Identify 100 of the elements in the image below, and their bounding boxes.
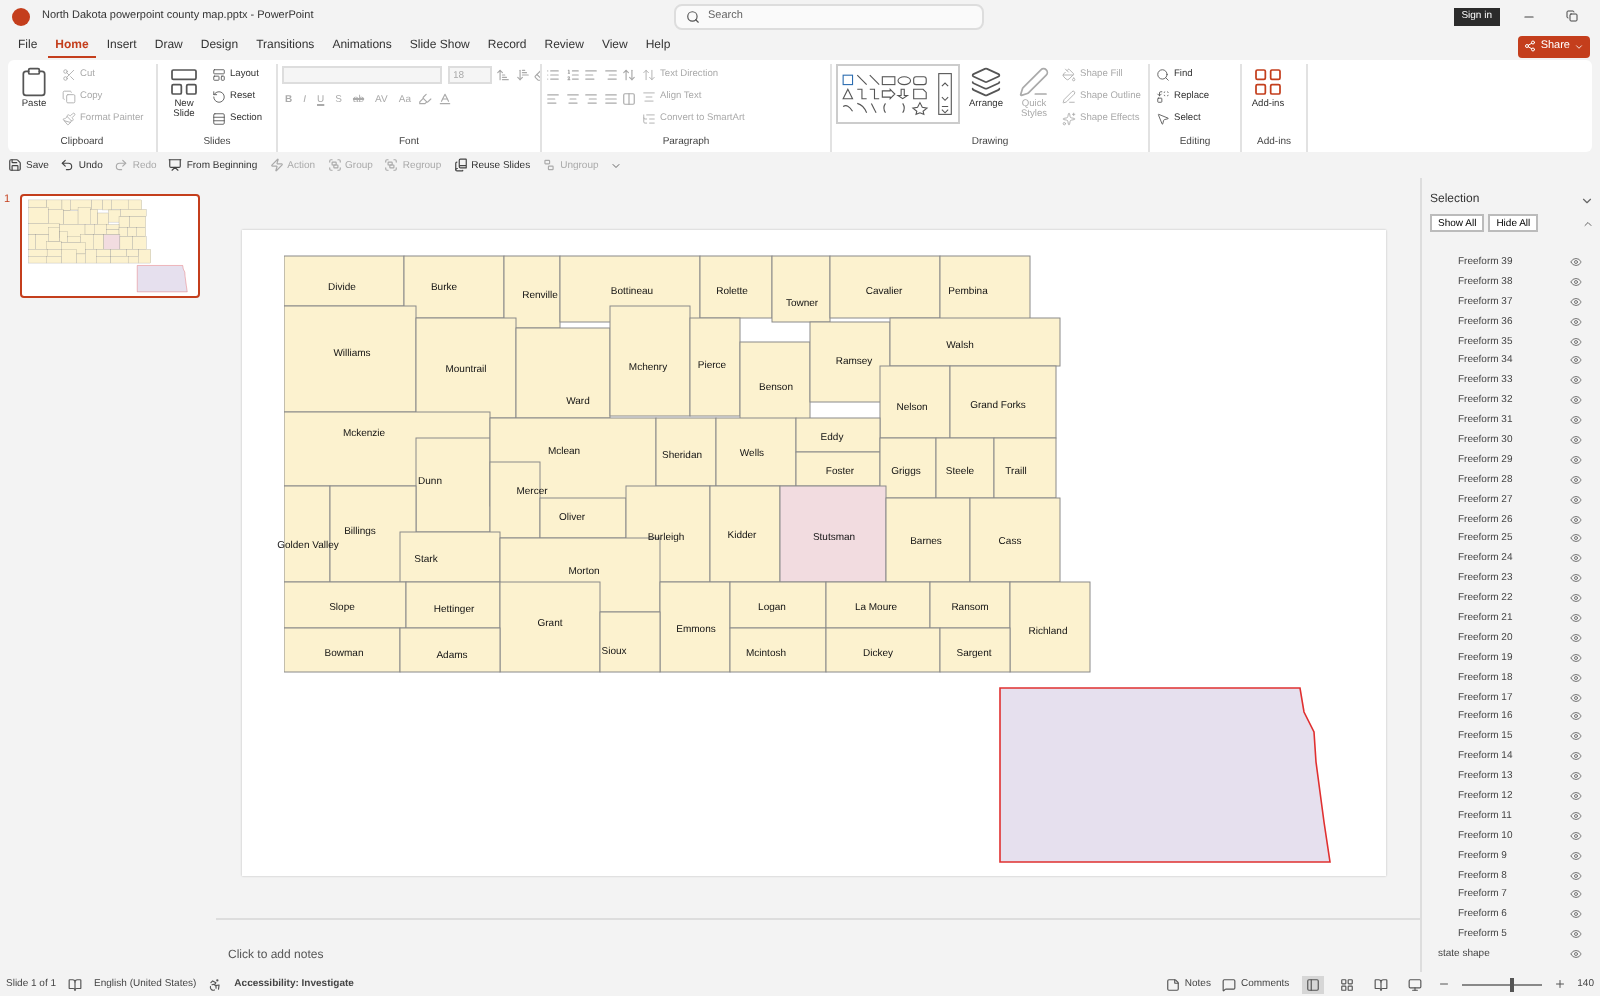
eye-icon[interactable] [1570, 335, 1582, 347]
eye-icon[interactable] [1570, 394, 1582, 407]
eye-icon[interactable] [1570, 611, 1582, 624]
eye-icon[interactable] [1570, 433, 1582, 446]
eye-icon[interactable] [1570, 829, 1582, 842]
presentation-icon [168, 158, 183, 172]
font-color-icon [437, 92, 452, 106]
columns-icon [622, 92, 636, 106]
reuse-slides-icon [453, 158, 468, 172]
eye-icon[interactable] [1570, 730, 1582, 743]
save-icon [8, 158, 22, 172]
monitor-icon [1407, 977, 1422, 991]
font-grow-icon [496, 68, 510, 82]
smartart-icon [642, 111, 656, 125]
zoom-in-icon [1553, 978, 1566, 990]
eye-icon[interactable] [1570, 493, 1582, 506]
caret-icon [1574, 41, 1584, 51]
restore-icon [1566, 10, 1578, 22]
regroup-icon [384, 158, 399, 172]
eye-icon[interactable] [1570, 809, 1582, 822]
eye-icon[interactable] [1570, 908, 1582, 921]
align-text-icon [642, 89, 656, 103]
eye-icon[interactable] [1570, 691, 1582, 704]
eye-icon[interactable] [1570, 789, 1582, 802]
search-icon [686, 9, 700, 23]
more-icon [610, 159, 623, 171]
pointer-icon [1156, 111, 1170, 125]
grid-view-icon [1339, 977, 1354, 991]
eye-icon[interactable] [1570, 651, 1582, 664]
accessibility-icon [208, 977, 223, 991]
book-icon [1373, 977, 1388, 991]
book-icon [68, 977, 83, 991]
view-button[interactable] [1335, 975, 1358, 993]
comment-icon [1222, 977, 1237, 991]
text-direction-icon [642, 67, 656, 81]
font-name-field[interactable] [282, 66, 442, 84]
view-button[interactable] [1369, 975, 1392, 993]
share-icon [1524, 40, 1537, 52]
eye-icon[interactable] [1570, 572, 1582, 585]
shape-gallery[interactable] [836, 64, 960, 124]
eye-icon[interactable] [1570, 532, 1582, 545]
eye-icon[interactable] [1570, 255, 1582, 268]
eye-icon[interactable] [1570, 374, 1582, 387]
eye-icon[interactable] [1570, 928, 1582, 941]
section-icon [212, 111, 226, 125]
undo-icon [60, 158, 75, 172]
ungroup-icon [542, 158, 557, 172]
normal-view-icon [1305, 977, 1320, 991]
slider-thumb[interactable] [1509, 977, 1514, 991]
eye-icon[interactable] [1570, 869, 1582, 882]
eye-icon[interactable] [1570, 552, 1582, 565]
eye-icon[interactable] [1570, 710, 1582, 723]
sparkles-icon [1062, 111, 1076, 125]
pen-icon [1062, 89, 1076, 103]
action-icon [269, 158, 284, 172]
view-button[interactable] [1403, 975, 1426, 993]
eye-icon[interactable] [1570, 473, 1582, 486]
eye-icon[interactable] [1570, 453, 1582, 466]
numbered-list-icon [565, 68, 579, 82]
align-left-icon [546, 92, 560, 106]
chevron-up-icon [1582, 217, 1594, 229]
slide-icon [168, 66, 200, 98]
eye-icon[interactable] [1570, 770, 1582, 783]
eye-icon[interactable] [1570, 315, 1582, 328]
reset-icon [212, 89, 226, 103]
layout-icon [212, 67, 226, 81]
clipboard-icon [18, 66, 50, 98]
eye-icon[interactable] [1570, 354, 1582, 367]
eye-icon[interactable] [1570, 592, 1582, 605]
highlighter-icon [418, 92, 433, 106]
eye-icon[interactable] [1570, 631, 1582, 644]
align-right-icon [584, 92, 598, 106]
align-center-icon [565, 92, 579, 106]
redo-icon [114, 158, 129, 172]
paintbrush-icon [62, 111, 76, 125]
eye-icon[interactable] [1570, 948, 1582, 961]
eye-icon[interactable] [1570, 414, 1582, 427]
paint-bucket-icon [1062, 67, 1076, 81]
arrange-icon [970, 66, 1002, 98]
view-button[interactable] [1301, 975, 1324, 993]
eye-icon[interactable] [1570, 849, 1582, 862]
eye-icon[interactable] [1570, 750, 1582, 763]
line-spacing-icon [622, 68, 636, 82]
search-icon [1156, 67, 1170, 81]
group-icon [327, 158, 342, 172]
eye-icon[interactable] [1570, 275, 1582, 288]
copy-icon [62, 89, 76, 103]
justify-icon [603, 92, 617, 106]
eye-icon[interactable] [1570, 888, 1582, 901]
chevron-icon [1580, 193, 1594, 207]
font-shrink-icon [515, 68, 529, 82]
notes-icon [1166, 977, 1181, 991]
scissors-icon [62, 67, 76, 81]
add-ins-icon [1252, 66, 1284, 98]
app-logo [12, 7, 30, 25]
eye-icon[interactable] [1570, 295, 1582, 308]
zoom-out-icon [1437, 978, 1450, 990]
shapes-drawing [840, 68, 956, 120]
eye-icon[interactable] [1570, 671, 1582, 684]
eye-icon[interactable] [1570, 513, 1582, 526]
